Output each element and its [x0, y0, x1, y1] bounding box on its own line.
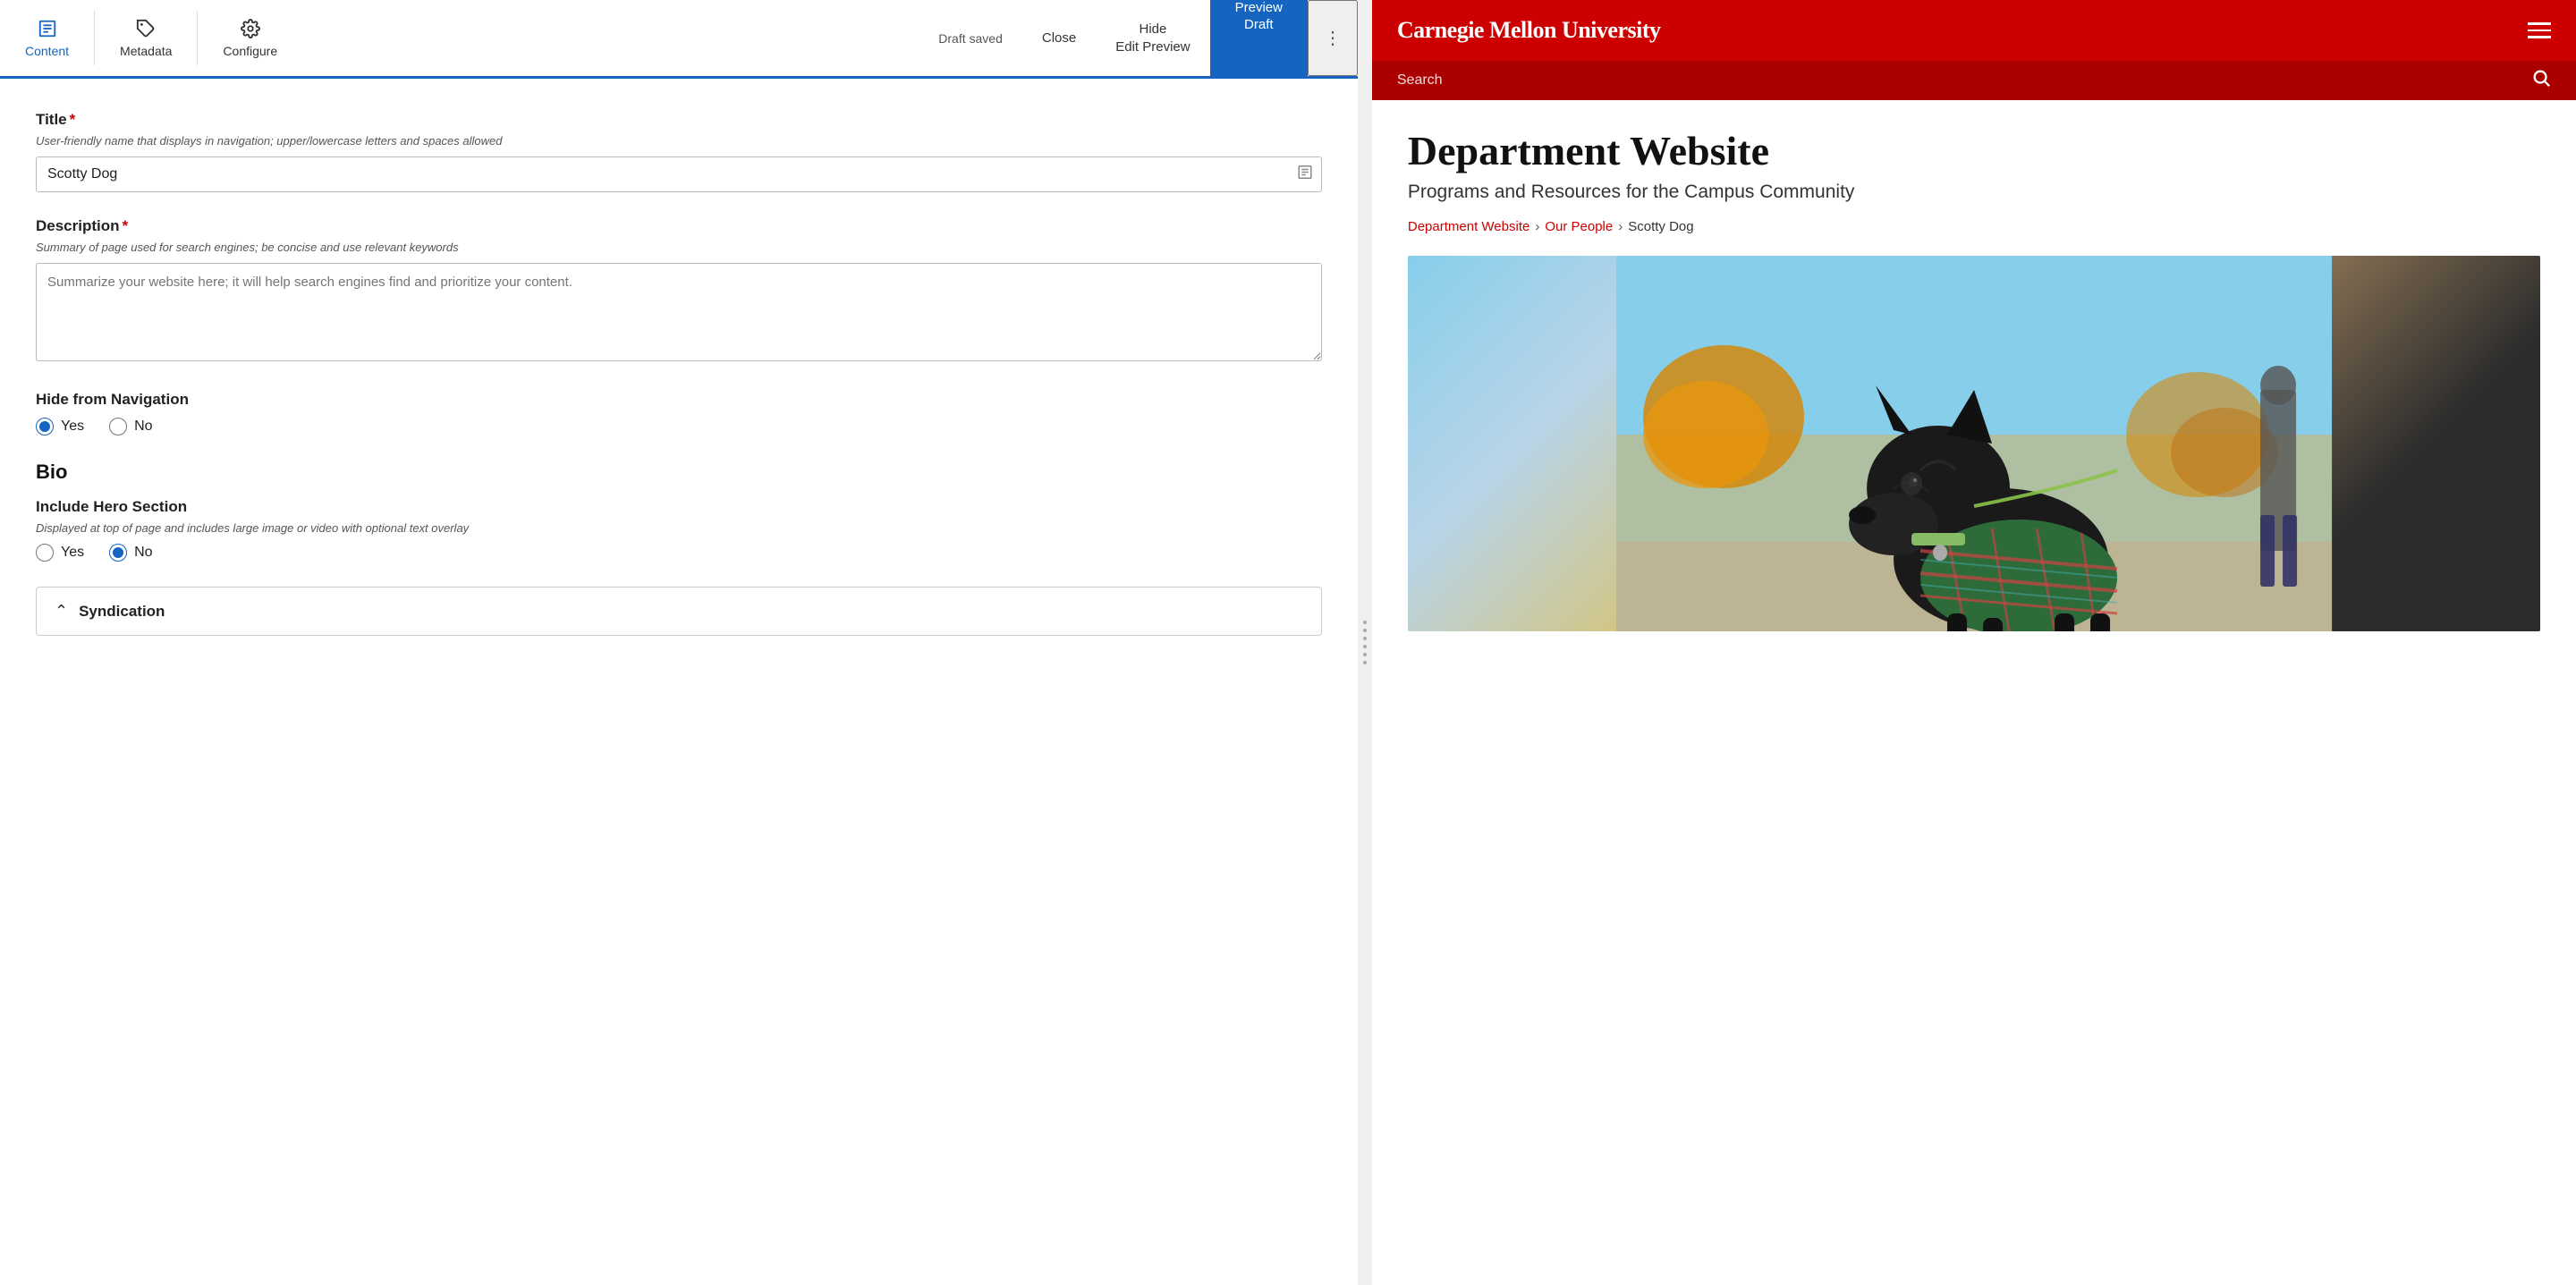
- form-content: Title* User-friendly name that displays …: [0, 79, 1358, 1285]
- tab-content[interactable]: Content: [0, 0, 94, 79]
- toolbar: Content Metadata Configure Draft saved C…: [0, 0, 1358, 79]
- hide-nav-yes-label[interactable]: Yes: [36, 418, 84, 435]
- hero-image: [1408, 256, 2540, 631]
- tab-configure[interactable]: Configure: [198, 0, 302, 79]
- hide-nav-no-label[interactable]: No: [109, 418, 152, 435]
- breadcrumb-current: Scotty Dog: [1628, 219, 1693, 234]
- cmu-page-content: Department Website Programs and Resource…: [1372, 100, 2576, 631]
- more-options-button[interactable]: ⋮: [1308, 0, 1358, 76]
- hide-nav-no-radio[interactable]: [109, 418, 127, 435]
- hero-radio-group: Yes No: [36, 544, 1322, 562]
- description-label: Description*: [36, 217, 1322, 235]
- content-icon: [38, 19, 57, 38]
- hide-nav-radio-group: Yes No: [36, 418, 1322, 435]
- title-input-wrap: [36, 156, 1322, 192]
- search-icon[interactable]: [2531, 68, 2551, 93]
- breadcrumb-mid[interactable]: Our People: [1545, 219, 1613, 234]
- tab-metadata[interactable]: Metadata: [95, 0, 197, 79]
- cmu-header: Carnegie Mellon University: [1372, 0, 2576, 61]
- cmu-search-bar: [1372, 61, 2576, 100]
- metadata-icon: [136, 19, 156, 38]
- close-button[interactable]: Close: [1022, 0, 1096, 76]
- title-label: Title*: [36, 111, 1322, 129]
- title-hint: User-friendly name that displays in navi…: [36, 134, 1322, 148]
- hide-nav-yes-radio[interactable]: [36, 418, 54, 435]
- hero-yes-label[interactable]: Yes: [36, 544, 84, 562]
- title-icon: [1297, 165, 1313, 185]
- hide-nav-label: Hide from Navigation: [36, 391, 1322, 409]
- preview-panel: Carnegie Mellon University Department We…: [1372, 0, 2576, 1285]
- title-input[interactable]: [36, 156, 1322, 192]
- cmu-page-subtitle: Programs and Resources for the Campus Co…: [1408, 182, 2540, 203]
- hide-edit-preview-button[interactable]: HideEdit Preview: [1096, 0, 1209, 76]
- hero-yes-radio[interactable]: [36, 544, 54, 562]
- breadcrumb-root[interactable]: Department Website: [1408, 219, 1530, 234]
- cmu-page-title: Department Website: [1408, 129, 2540, 174]
- include-hero-label: Include Hero Section: [36, 498, 1322, 516]
- hero-no-radio[interactable]: [109, 544, 127, 562]
- hero-image-svg: [1408, 256, 2540, 631]
- hero-hint: Displayed at top of page and includes la…: [36, 521, 1322, 535]
- syndication-bar[interactable]: ⌃ Syndication: [36, 587, 1322, 636]
- configure-icon: [241, 19, 260, 38]
- bio-section-title: Bio: [36, 461, 1322, 484]
- description-hint: Summary of page used for search engines;…: [36, 241, 1322, 254]
- chevron-up-icon: ⌃: [55, 602, 68, 621]
- hamburger-icon[interactable]: [2528, 22, 2551, 38]
- description-input[interactable]: [36, 263, 1322, 361]
- draft-status: Draft saved: [919, 0, 1022, 76]
- description-wrap: [36, 263, 1322, 366]
- hero-no-label[interactable]: No: [109, 544, 152, 562]
- preview-draft-button[interactable]: Preview Draft: [1210, 0, 1308, 76]
- resize-handle[interactable]: [1358, 0, 1372, 1285]
- cmu-search-input[interactable]: [1397, 72, 2531, 89]
- breadcrumb: Department Website › Our People › Scotty…: [1408, 219, 2540, 234]
- cmu-logo: Carnegie Mellon University: [1397, 17, 1661, 44]
- toolbar-spacer: [302, 0, 919, 76]
